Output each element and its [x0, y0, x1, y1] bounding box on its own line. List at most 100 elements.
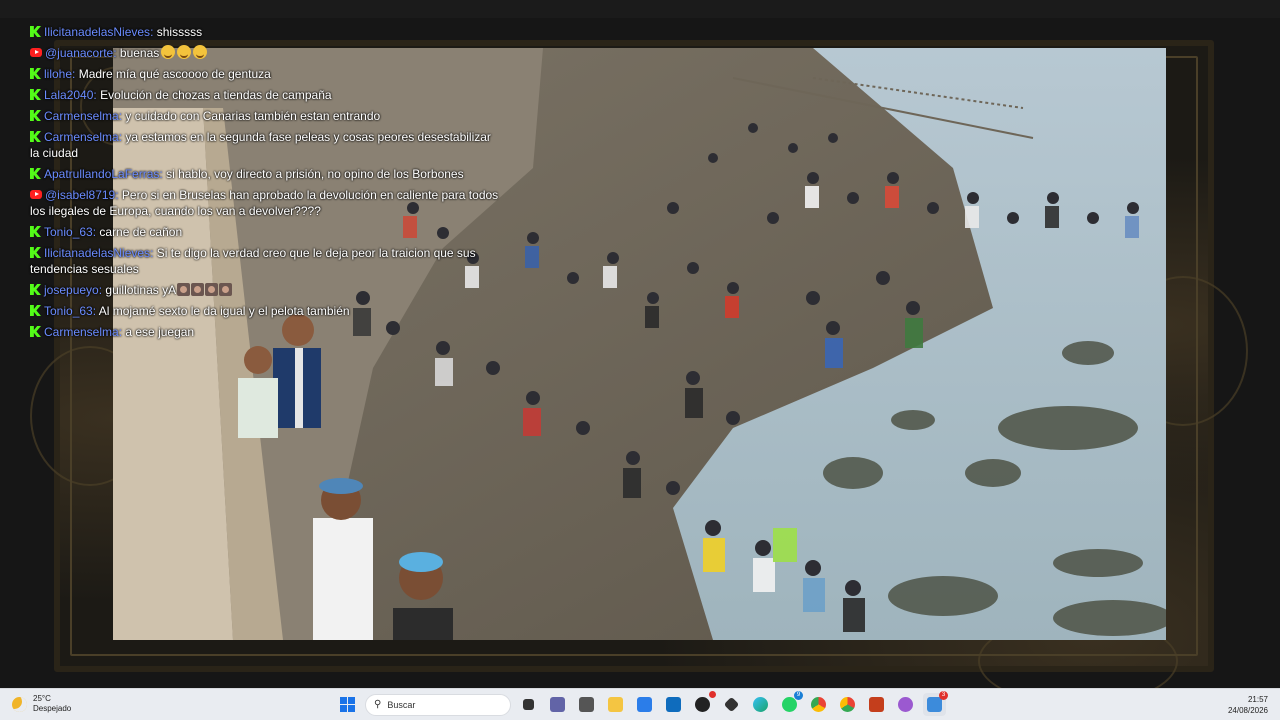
face-emote-icon: [219, 283, 233, 296]
store-icon: [637, 697, 652, 712]
kick-icon: [30, 68, 41, 79]
chat-message: IlicitanadelasNieves: Si te digo la verd…: [30, 243, 500, 280]
chat-text: y cuidado con Canarias también estan ent…: [125, 109, 381, 123]
chat-username[interactable]: josepueyo: [44, 283, 99, 297]
youtube-icon: [30, 48, 42, 57]
chat-username[interactable]: Tonio_63: [44, 304, 93, 318]
chat-username[interactable]: IlicitanadelasNieves: [44, 246, 150, 260]
chat-message: @isabel8719: Pero si en Bruselas han apr…: [30, 185, 500, 222]
chat-message: Carmenselma: ya estamos en la segunda fa…: [30, 127, 500, 164]
whatsapp-badge: 9: [794, 691, 803, 700]
app-icon-7: [695, 697, 710, 712]
app-button-15[interactable]: [894, 693, 917, 716]
folder-icon: [608, 697, 623, 712]
taskbar-search[interactable]: ⚲ Buscar: [365, 693, 511, 716]
chat-message: Lala2040: Evolución de chozas a tiendas …: [30, 85, 500, 106]
app-button-7[interactable]: [691, 691, 716, 716]
chrome-profile-icon: [840, 697, 855, 712]
chat-username[interactable]: Tonio_63: [44, 225, 93, 239]
kick-icon: [30, 305, 41, 316]
powerpoint-button[interactable]: [865, 693, 888, 716]
kick-icon: [30, 226, 41, 237]
chat-username[interactable]: Carmenselma: [44, 109, 119, 123]
kick-icon: [30, 326, 41, 337]
chat-username[interactable]: Lala2040: [44, 88, 93, 102]
outlook-icon: [666, 697, 681, 712]
chat-text: Evolución de chozas a tiendas de campaña: [100, 88, 332, 102]
chrome-profile-button[interactable]: [836, 693, 859, 716]
kick-icon: [30, 284, 41, 295]
chat-separator: :: [113, 46, 120, 60]
teams-button[interactable]: 3: [923, 691, 948, 716]
notification-badge: [709, 691, 716, 698]
search-icon: ⚲: [374, 699, 382, 710]
chat-text: si hablo, voy directo a prisión, no opin…: [166, 167, 464, 181]
app-icon-8: [723, 696, 740, 713]
chat-text: a ese juegan: [125, 325, 195, 339]
teams-app-icon: [927, 697, 942, 712]
smile-emoji-icon: [177, 45, 192, 59]
chrome-button[interactable]: [807, 693, 830, 716]
stream-viewport: IlicitanadelasNieves: shisssss @juanacort…: [0, 0, 1280, 688]
chat-text: buenas: [119, 46, 160, 60]
chat-separator: :: [72, 67, 79, 81]
clock-date: 24/08/2026: [1227, 706, 1268, 715]
store-button[interactable]: [633, 693, 656, 716]
chat-username[interactable]: @juanacorte: [45, 46, 113, 60]
chat-text: carne de cañon: [99, 225, 183, 239]
kick-icon: [30, 89, 41, 100]
file-explorer-button[interactable]: [604, 693, 627, 716]
app-icon-1: [579, 697, 594, 712]
chat-username[interactable]: IlicitanadelasNieves: [44, 25, 150, 39]
chat-username[interactable]: lilohe: [44, 67, 72, 81]
chat-username[interactable]: @isabel8719: [45, 188, 115, 202]
kick-icon: [30, 110, 41, 121]
chat-message: Carmenselma: y cuidado con Canarias tamb…: [30, 106, 500, 127]
face-emote-icon: [177, 283, 191, 296]
face-emote-icon: [205, 283, 219, 296]
chat-text: shisssss: [156, 25, 203, 39]
weather-temp: 25°C: [33, 694, 51, 703]
window-top-strip: [0, 0, 1280, 18]
teams-badge: 3: [939, 691, 948, 700]
chat-message: Carmenselma: a ese juegan: [30, 322, 500, 343]
search-placeholder: Buscar: [387, 699, 416, 710]
app-button-8[interactable]: [720, 693, 743, 716]
kick-icon: [30, 168, 41, 179]
smile-emoji-icon: [161, 45, 176, 59]
edge-button[interactable]: [749, 693, 772, 716]
kick-icon: [30, 26, 41, 37]
chat-username[interactable]: ApatrullandoLaFerras: [44, 167, 159, 181]
chrome-icon: [811, 697, 826, 712]
chat-username[interactable]: Carmenselma: [44, 325, 119, 339]
chat-message: @juanacorte: buenas: [30, 43, 500, 64]
chat-username[interactable]: Carmenselma: [44, 130, 119, 144]
outlook-button[interactable]: [662, 693, 685, 716]
chat-message: Tonio_63: carne de cañon: [30, 222, 500, 243]
chat-message: josepueyo: guillotinas yA: [30, 280, 500, 301]
whatsapp-icon: [782, 697, 797, 712]
start-button[interactable]: [336, 693, 359, 716]
chat-message: ApatrullandoLaFerras: si hablo, voy dire…: [30, 164, 500, 185]
edge-icon: [753, 697, 768, 712]
app-icon-15: [898, 697, 913, 712]
moon-icon: [12, 696, 27, 712]
live-chat-overlay: IlicitanadelasNieves: shisssss @juanacort…: [30, 22, 500, 343]
chat-text: Madre mía qué ascoooo de gentuza: [78, 67, 271, 81]
chat-separator: :: [115, 188, 122, 202]
task-view-button[interactable]: [517, 693, 540, 716]
teams-chat-button[interactable]: [546, 693, 569, 716]
windows-logo-icon: [340, 697, 355, 712]
whatsapp-button[interactable]: 9: [778, 691, 803, 716]
chat-separator: :: [150, 246, 157, 260]
teams-icon: [550, 697, 565, 712]
kick-icon: [30, 131, 41, 142]
chat-message: Tonio_63: Al mojamé sexto le da igual y …: [30, 301, 500, 322]
chat-text: guillotinas yA: [105, 283, 177, 297]
system-clock[interactable]: 21:57 24/08/2026: [1228, 694, 1268, 716]
weather-widget[interactable]: 25°C Despejado: [12, 694, 71, 714]
task-view-icon: [523, 699, 534, 710]
app-button-1[interactable]: [575, 693, 598, 716]
weather-condition: Despejado: [33, 704, 72, 713]
chat-separator: :: [150, 25, 157, 39]
